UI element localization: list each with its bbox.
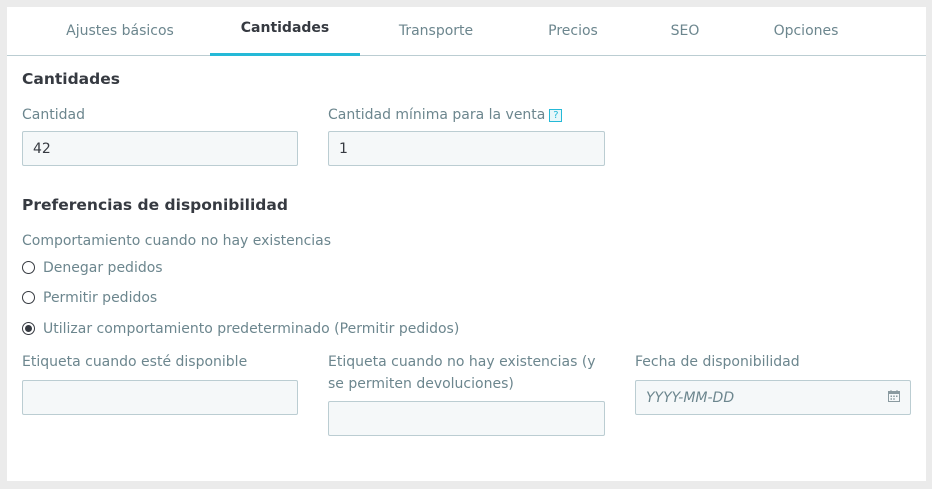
tab-seo[interactable]: SEO <box>635 7 735 56</box>
radio-allow-orders-control[interactable] <box>22 291 35 304</box>
help-icon[interactable]: ? <box>549 109 563 122</box>
radio-deny-orders-control[interactable] <box>22 261 35 274</box>
calendar-icon[interactable] <box>888 390 900 402</box>
min-qty-input[interactable] <box>328 131 605 166</box>
in-stock-label: Etiqueta cuando esté disponible <box>22 354 248 370</box>
tab-bar: Ajustes básicos Cantidades Transporte Pr… <box>7 7 926 56</box>
tab-options[interactable]: Opciones <box>756 7 856 56</box>
radio-default-behavior-label: Utilizar comportamiento predeterminado (… <box>43 321 460 337</box>
availability-date-input[interactable] <box>635 380 911 415</box>
tab-pricing[interactable]: Precios <box>498 7 648 56</box>
quantity-input[interactable] <box>22 131 298 166</box>
out-of-stock-behavior-label: Comportamiento cuando no hay existencias <box>22 233 332 249</box>
product-form-panel: Ajustes básicos Cantidades Transporte Pr… <box>7 7 926 481</box>
availability-date-label: Fecha de disponibilidad <box>635 354 800 370</box>
min-qty-label-row: Cantidad mínima para la venta? <box>328 104 563 126</box>
quantity-label: Cantidad <box>22 107 85 123</box>
availability-heading: Preferencias de disponibilidad <box>22 196 288 214</box>
min-qty-label: Cantidad mínima para la venta <box>328 107 546 123</box>
availability-date-field <box>635 380 911 415</box>
out-of-stock-label: Etiqueta cuando no hay existencias (y se… <box>328 354 596 392</box>
radio-allow-orders-label: Permitir pedidos <box>43 290 158 306</box>
in-stock-label-input[interactable] <box>22 380 298 415</box>
out-of-stock-label-input[interactable] <box>328 401 605 436</box>
quantities-heading: Cantidades <box>22 70 120 88</box>
tab-shipping[interactable]: Transporte <box>361 7 511 56</box>
tab-basic-settings[interactable]: Ajustes básicos <box>45 7 195 56</box>
tab-quantities[interactable]: Cantidades <box>210 7 360 56</box>
radio-deny-orders-label: Denegar pedidos <box>43 260 163 276</box>
radio-default-behavior-control[interactable] <box>22 322 35 335</box>
